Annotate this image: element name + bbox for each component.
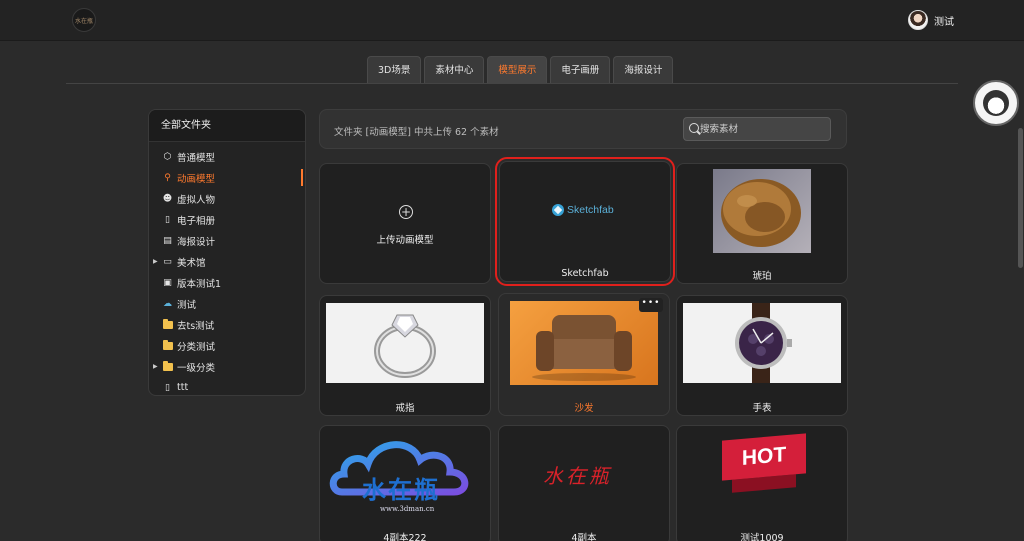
sidebar-item-level-one-category[interactable]: ▶ 一级分类 bbox=[149, 356, 305, 377]
sidebar-item-label: 一级分类 bbox=[177, 362, 216, 374]
sidebar-item-label: 版本测试1 bbox=[177, 278, 222, 290]
more-options-button[interactable]: ••• bbox=[639, 298, 663, 312]
card-label: 沙发 bbox=[574, 403, 594, 414]
sketchfab-logo: Sketchfab bbox=[552, 204, 614, 216]
tab-model-display[interactable]: 模型展示 bbox=[487, 56, 548, 83]
sidebar-item-label: 动画模型 bbox=[177, 173, 216, 185]
sidebar-item-e-album[interactable]: ▯ 电子相册 bbox=[149, 209, 305, 230]
sidebar-title[interactable]: 全部文件夹 bbox=[149, 110, 305, 142]
user-name[interactable]: 测试 bbox=[934, 13, 954, 28]
card-label: Sketchfab bbox=[561, 268, 609, 279]
sidebar-item-normal-model[interactable]: ⬡ 普通模型 bbox=[149, 146, 305, 167]
hot-badge: HOT bbox=[722, 433, 806, 481]
logo-text: 水在瓶 bbox=[74, 17, 93, 25]
sidebar-item-label: 虚拟人物 bbox=[177, 194, 216, 206]
sidebar-item-label: 去ts测试 bbox=[177, 320, 215, 332]
sidebar-item-poster-design[interactable]: ▤ 海报设计 bbox=[149, 230, 305, 251]
model-card-amber[interactable]: 琥珀 bbox=[676, 163, 848, 284]
search-input[interactable] bbox=[700, 121, 825, 138]
person-icon: ☻ bbox=[162, 193, 173, 204]
card-label: 4副本222 bbox=[383, 533, 427, 541]
folder-icon bbox=[162, 360, 173, 372]
album-icon: ▯ bbox=[165, 214, 170, 225]
top-bar: 水在瓶 测试 bbox=[0, 0, 1024, 41]
animation-icon: ⚲ bbox=[164, 172, 171, 183]
cloud-icon: ☁ bbox=[163, 298, 172, 309]
avatar[interactable] bbox=[908, 10, 928, 30]
sidebar-item-virtual-person[interactable]: ☻ 虚拟人物 bbox=[149, 188, 305, 209]
search-box[interactable] bbox=[683, 117, 831, 141]
folder-info-bar: 文件夹 [动画模型] 中共上传 62 个素材 bbox=[319, 109, 847, 149]
folder-icon bbox=[162, 318, 173, 330]
card-label: 戒指 bbox=[395, 403, 415, 414]
sidebar-item-label: 海报设计 bbox=[177, 236, 216, 248]
card-label: 4副本 bbox=[571, 533, 597, 541]
phone-icon: ▯ bbox=[165, 382, 170, 393]
card-label: 测试1009 bbox=[740, 533, 784, 541]
card-label: 琥珀 bbox=[752, 271, 772, 282]
model-card-watch[interactable]: 手表 bbox=[676, 295, 848, 416]
card-label: 手表 bbox=[752, 403, 772, 414]
page-scrollbar[interactable] bbox=[1018, 128, 1023, 268]
tab-divider bbox=[66, 83, 958, 84]
tab-3d-scene[interactable]: 3D场景 bbox=[367, 56, 422, 83]
user-menu[interactable]: 测试 bbox=[908, 10, 954, 30]
sidebar-item-label: 普通模型 bbox=[177, 152, 216, 164]
brand-logo[interactable]: 水在瓶 bbox=[72, 8, 96, 32]
support-agent-icon bbox=[983, 90, 1009, 116]
model-card-test-1009[interactable]: HOT 测试1009 bbox=[676, 425, 848, 541]
version-icon: ▣ bbox=[163, 277, 172, 288]
gallery-icon: ▭ bbox=[163, 256, 172, 267]
sketchfab-logo-text: Sketchfab bbox=[567, 204, 614, 216]
upload-label: 上传动画模型 bbox=[376, 235, 434, 246]
folder-icon bbox=[162, 339, 173, 351]
tab-poster-design[interactable]: 海报设计 bbox=[613, 56, 674, 83]
watermark-text: 水在瓶 bbox=[362, 475, 440, 504]
watermark-text: 水在瓶 bbox=[543, 464, 612, 488]
sidebar-item-label: 分类测试 bbox=[177, 341, 216, 353]
sidebar-item-category-test[interactable]: 分类测试 bbox=[149, 335, 305, 356]
customer-service-button[interactable] bbox=[973, 80, 1019, 126]
upload-card[interactable]: + 上传动画模型 bbox=[319, 163, 491, 284]
model-thumbnail bbox=[713, 169, 811, 253]
model-card-copy[interactable]: 水在瓶 4副本 bbox=[498, 425, 670, 541]
main-tabs: 3D场景 素材中心 模型展示 电子画册 海报设计 bbox=[367, 56, 674, 83]
watermark-logo: 水在瓶 www.3dman.cn bbox=[328, 430, 486, 516]
expand-caret-icon[interactable]: ▶ bbox=[153, 258, 158, 265]
model-card-sketchfab[interactable]: Sketchfab Sketchfab bbox=[495, 157, 675, 286]
model-card-sofa[interactable]: ••• 沙发 bbox=[498, 293, 670, 416]
folder-sidebar: 全部文件夹 ⬡ 普通模型 ⚲ 动画模型 ☻ 虚拟人物 ▯ 电子相册 ▤ 海报设计… bbox=[148, 109, 306, 396]
plus-circle-icon: + bbox=[399, 205, 413, 219]
watermark-url: www.3dman.cn bbox=[380, 505, 435, 513]
model-thumbnail bbox=[510, 301, 658, 385]
tab-e-album[interactable]: 电子画册 bbox=[550, 56, 611, 83]
cube-icon: ⬡ bbox=[163, 151, 172, 162]
sidebar-item-remove-ts-test[interactable]: 去ts测试 bbox=[149, 314, 305, 335]
sidebar-item-animation-model[interactable]: ⚲ 动画模型 bbox=[149, 167, 305, 188]
search-icon bbox=[689, 123, 699, 133]
sidebar-item-gallery[interactable]: ▶ ▭ 美术馆 bbox=[149, 251, 305, 272]
sketchfab-icon bbox=[552, 204, 564, 216]
sidebar-item-label: 美术馆 bbox=[177, 257, 206, 269]
sidebar-item-test[interactable]: ☁ 测试 bbox=[149, 293, 305, 314]
model-thumbnail bbox=[683, 303, 841, 383]
sidebar-item-label: 电子相册 bbox=[177, 215, 216, 227]
expand-caret-icon[interactable]: ▶ bbox=[153, 363, 158, 370]
model-card-ring[interactable]: 戒指 bbox=[319, 295, 491, 416]
model-card-copy-222[interactable]: 水在瓶 www.3dman.cn 4副本222 bbox=[319, 425, 491, 541]
folder-count-text: 文件夹 [动画模型] 中共上传 62 个素材 bbox=[334, 127, 499, 138]
sidebar-item-ttt[interactable]: ▯ ttt bbox=[149, 377, 305, 395]
model-thumbnail bbox=[326, 303, 484, 383]
sidebar-item-label: ttt bbox=[177, 382, 189, 393]
sidebar-item-version-test[interactable]: ▣ 版本测试1 bbox=[149, 272, 305, 293]
tab-material-center[interactable]: 素材中心 bbox=[424, 56, 485, 83]
poster-icon: ▤ bbox=[163, 235, 172, 246]
sidebar-item-label: 测试 bbox=[177, 299, 197, 311]
